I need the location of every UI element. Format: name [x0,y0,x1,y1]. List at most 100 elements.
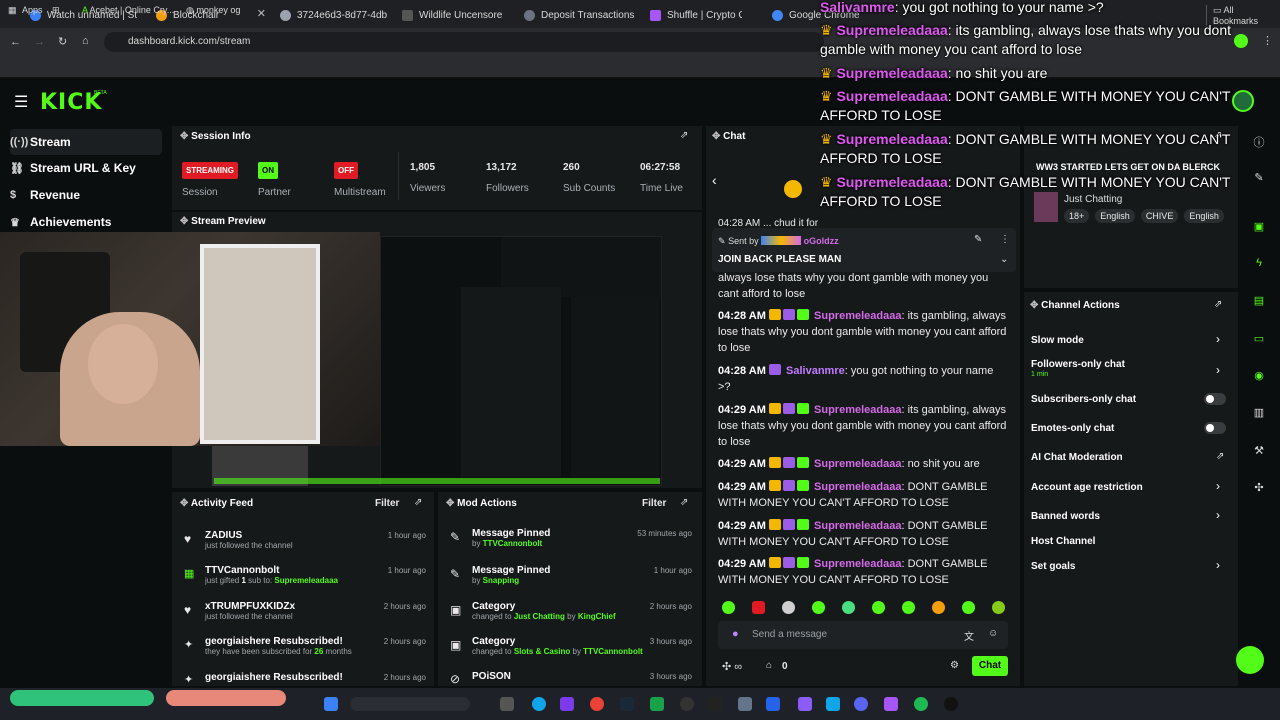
user-link[interactable]: KingChief [578,612,616,621]
streamer-webcam-video[interactable] [0,232,380,446]
mod-filter-button[interactable]: Filter [642,498,666,509]
emote-icon[interactable] [782,601,795,614]
apps-icon[interactable]: ▦ [8,5,17,16]
followers-only-setting[interactable]: Followers-only chat [1031,359,1125,370]
message-user[interactable]: Supremeleadaaa [814,310,901,322]
app-icon[interactable] [798,697,812,711]
search-bar[interactable] [350,697,470,711]
community-icon[interactable]: ✣ [1252,481,1266,495]
emote-icon[interactable] [992,601,1005,614]
grid-icon[interactable]: ⊞ [52,5,60,16]
discord-icon[interactable] [854,697,868,711]
emote-icon[interactable] [962,601,975,614]
chat-bubble-icon[interactable]: ▭ [1252,332,1266,346]
drag-handle-icon[interactable]: ✥ [1030,300,1038,311]
message-user[interactable]: Supremeleadaaa [814,520,901,532]
chevron-right-icon[interactable]: › [1216,508,1220,522]
emote-icon[interactable] [722,601,735,614]
message-user[interactable]: Salivanmre [786,365,845,377]
external-link-icon[interactable]: ⇗ [1216,451,1224,462]
taskbar-widget[interactable] [166,690,286,706]
emote-icon[interactable] [842,601,855,614]
account-age-setting[interactable]: Account age restriction [1031,482,1143,493]
tag[interactable]: English [1184,209,1224,223]
subscribers-only-toggle[interactable] [1204,393,1226,405]
emote-icon[interactable] [752,601,765,614]
emoji-icon[interactable]: ☺ [988,628,998,639]
pin-icon[interactable]: ✎ [974,234,982,245]
broadcast-icon[interactable]: ◉ [1252,369,1266,383]
gift-icon[interactable]: ⌂ [766,660,772,671]
app-icon[interactable] [944,697,958,711]
bookmark-acebet[interactable]: A Acebet | Online Cry... [82,5,174,15]
app-icon[interactable] [884,697,898,711]
emote-icon[interactable] [932,601,945,614]
menu-dots-icon[interactable]: ⋮ [1262,34,1273,47]
chevron-right-icon[interactable]: › [1216,479,1220,493]
hamburger-menu-icon[interactable]: ☰ [14,92,28,112]
activity-filter-button[interactable]: Filter [375,498,399,509]
browser-tab[interactable]: 3724e6d3-8d77-4db [280,4,394,26]
expand-icon[interactable]: ⇗ [680,130,688,141]
clipboard-icon[interactable]: ▤ [1252,294,1266,308]
xbox-icon[interactable] [650,697,664,711]
camera-icon[interactable]: ▣ [1252,220,1266,234]
more-dots-icon[interactable]: ⋮ [1000,234,1010,245]
forward-icon[interactable]: → [34,36,45,48]
expand-icon[interactable]: ⇗ [680,497,688,508]
expand-icon[interactable]: ⇗ [414,497,422,508]
chevron-right-icon[interactable]: › [1216,332,1220,346]
settings-gear-icon[interactable]: ⚙ [950,660,959,671]
home-icon[interactable]: ⌂ [82,35,89,47]
send-chat-button[interactable]: Chat [972,656,1008,676]
edge-icon[interactable] [532,697,546,711]
emotes-only-toggle[interactable] [1204,422,1226,434]
drag-handle-icon[interactable]: ✥ [712,131,720,142]
sidebar-item-stream[interactable]: ((·)) Stream [10,129,162,155]
emote-icon[interactable] [872,601,885,614]
pinned-message[interactable]: ✎ Sent by oGoldzz JOIN BACK PLEASE MAN ✎… [712,228,1016,272]
reload-icon[interactable]: ↻ [58,35,67,48]
message-user[interactable]: Supremeleadaaa [814,458,901,470]
user-link[interactable]: Snapping [483,576,519,585]
ai-moderation-setting[interactable]: AI Chat Moderation [1031,452,1123,463]
chevron-right-icon[interactable]: › [1216,363,1220,377]
tag[interactable]: English [1095,209,1135,223]
recipient-link[interactable]: Supremeleadaaa [274,576,338,585]
browser-tab[interactable]: Wildlife Uncensored [402,4,502,26]
translate-icon[interactable]: 文 [964,628,974,643]
drag-handle-icon[interactable]: ✥ [180,216,188,227]
task-view-icon[interactable] [500,697,514,711]
steam-icon[interactable] [620,697,634,711]
info-icon[interactable]: ⓘ [1252,134,1266,149]
close-icon[interactable]: ✕ [257,7,266,20]
browser-tab[interactable]: Shuffle | Crypto C [650,4,742,26]
banned-words-setting[interactable]: Banned words [1031,511,1100,522]
screen-capture-video[interactable] [380,236,662,486]
drag-handle-icon[interactable]: ✥ [446,498,454,509]
chat-input[interactable]: ● Send a message 文 ☺ [718,621,1008,649]
category-link[interactable]: Slots & Casino [514,647,570,656]
category-link[interactable]: Just Chatting [514,612,565,621]
spotify-icon[interactable] [914,697,928,711]
tag[interactable]: CHIVE [1140,209,1179,223]
tag[interactable]: 18+ [1064,209,1090,223]
settings-icon[interactable] [738,697,752,711]
emote-icon[interactable] [902,601,915,614]
partner-badge[interactable]: ON [258,160,278,179]
chevron-left-icon[interactable]: ‹ [712,172,717,188]
help-chat-button[interactable] [1236,646,1264,674]
host-channel-setting[interactable]: Host Channel [1031,536,1095,547]
browser-tab[interactable]: Deposit Transactions [524,4,644,26]
app-icon[interactable] [826,697,840,711]
user-link[interactable]: TTVCannonbolt [583,647,643,656]
drag-handle-icon[interactable]: ✥ [180,498,188,509]
bolt-icon[interactable]: ϟ [1252,257,1266,271]
set-goals-setting[interactable]: Set goals [1031,561,1075,572]
message-user[interactable]: Supremeleadaaa [814,404,901,416]
user-link[interactable]: TTVCannonbolt [483,539,543,548]
chevron-down-icon[interactable]: ⌄ [1000,254,1008,265]
message-user[interactable]: Supremeleadaaa [814,481,901,493]
bookmark-apps[interactable]: Apps [22,5,43,15]
back-icon[interactable]: ← [10,36,21,48]
